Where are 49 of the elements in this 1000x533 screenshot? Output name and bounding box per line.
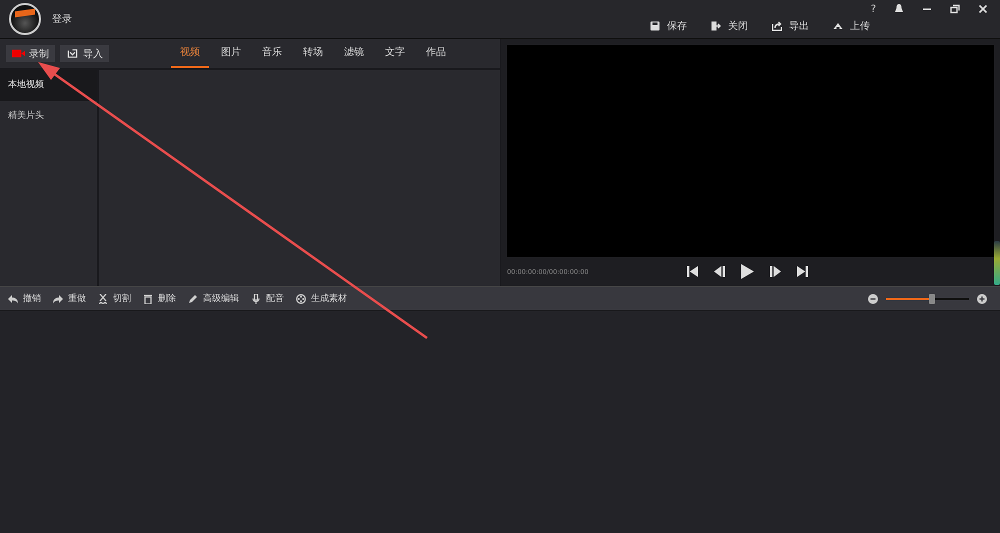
logo-icon xyxy=(9,3,41,35)
category-tab[interactable]: 转场 xyxy=(294,39,332,68)
upload-icon xyxy=(833,21,843,31)
category-tab[interactable]: 作品 xyxy=(417,39,455,68)
timeline-tool-button[interactable]: 重做 xyxy=(53,292,86,305)
login-link[interactable]: 登录 xyxy=(52,12,72,26)
save-icon xyxy=(650,21,660,31)
microphone-icon xyxy=(251,294,261,304)
category-tab[interactable]: 视频 xyxy=(171,39,209,68)
toolbar-button[interactable]: 保存 xyxy=(650,19,687,33)
scissors-icon xyxy=(98,294,108,304)
category-tab[interactable]: 音乐 xyxy=(253,39,291,68)
timeline-tool-button[interactable]: 生成素材 xyxy=(296,292,347,305)
audio-meter xyxy=(994,241,1000,285)
export-icon xyxy=(772,21,782,31)
source-button[interactable]: 导入 xyxy=(60,45,109,62)
timeline-tool-button[interactable]: 配音 xyxy=(251,292,284,305)
category-tab[interactable]: 文字 xyxy=(376,39,414,68)
timeline-tool-button[interactable]: 撤销 xyxy=(8,292,41,305)
step-forward-icon[interactable] xyxy=(770,266,781,277)
zoom-out-icon[interactable] xyxy=(868,294,878,304)
sidebar-item[interactable]: 精美片头 xyxy=(0,101,97,132)
play-icon[interactable] xyxy=(741,264,754,279)
help-button[interactable]: ? xyxy=(870,4,876,14)
category-tab[interactable]: 滤镜 xyxy=(335,39,373,68)
zoom-in-icon[interactable] xyxy=(977,294,987,304)
trash-icon xyxy=(143,294,153,304)
timeline-tool-button[interactable]: 删除 xyxy=(143,292,176,305)
restore-icon[interactable] xyxy=(950,4,960,14)
toolbar-button[interactable]: 上传 xyxy=(833,19,870,33)
category-tab[interactable]: 图片 xyxy=(212,39,250,68)
timeline-tool-button[interactable]: 切割 xyxy=(98,292,131,305)
toolbar-button[interactable]: 导出 xyxy=(772,19,809,33)
skip-end-icon[interactable] xyxy=(797,266,808,277)
slider-thumb[interactable] xyxy=(929,294,936,304)
sidebar-item[interactable]: 本地视频 xyxy=(0,70,97,101)
import-icon xyxy=(66,49,79,58)
close-icon[interactable] xyxy=(978,4,988,14)
camera-icon xyxy=(12,49,25,58)
step-back-icon[interactable] xyxy=(714,266,725,277)
pencil-icon xyxy=(188,294,198,304)
exit-icon xyxy=(711,21,721,31)
source-button[interactable]: 录制 xyxy=(6,45,55,62)
timeline-tool-button[interactable]: 高级编辑 xyxy=(188,292,239,305)
toolbar-button[interactable]: 关闭 xyxy=(711,19,748,33)
skip-start-icon[interactable] xyxy=(687,266,698,277)
undo-icon xyxy=(8,294,18,304)
film-reel-icon xyxy=(296,294,306,304)
redo-icon xyxy=(53,294,63,304)
